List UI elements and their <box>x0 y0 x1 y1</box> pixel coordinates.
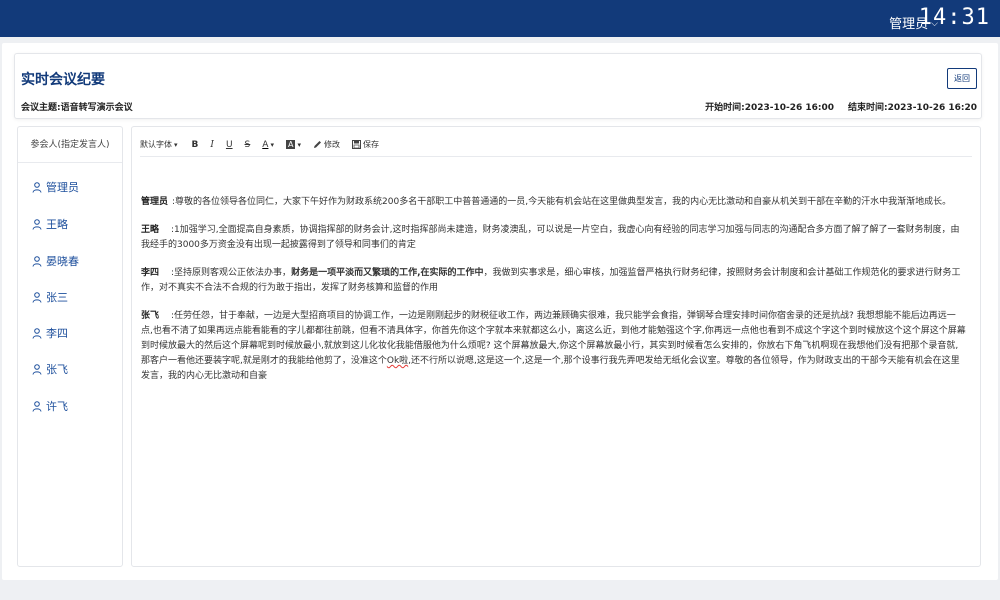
participant-item[interactable]: 晏晓春 <box>32 253 79 269</box>
participant-item[interactable]: 李四 <box>32 325 68 341</box>
person-icon <box>32 291 42 303</box>
end-time: 结束时间:2023-10-26 16:20 <box>848 103 977 113</box>
person-icon <box>32 363 42 375</box>
chevron-down-icon: ▾ <box>270 140 274 149</box>
editor-toolbar: 默认字体 ▾ B I U S A ▾ A ▾ 修改 保存 <box>140 133 972 157</box>
strikethrough-button[interactable]: S <box>245 140 251 150</box>
transcript-editor: 默认字体 ▾ B I U S A ▾ A ▾ 修改 保存 管理员:尊敬的各位领导… <box>131 126 981 567</box>
speaker-name: 李四 <box>141 268 160 278</box>
transcript-paragraph: 张飞:任劳任怨，甘于奉献，一边是大型招商项目的协调工作，一边是刚刚起步的财税征收… <box>141 309 967 384</box>
participant-name: 张飞 <box>46 363 68 376</box>
person-icon <box>32 327 42 339</box>
font-color-icon: A <box>262 139 269 150</box>
font-color-button[interactable]: A ▾ <box>262 140 274 150</box>
background-color-icon: A <box>285 140 296 149</box>
participants-panel: 参会人(指定发言人) 管理员 王略 晏晓春 张三 李四 张飞 许飞 <box>17 126 123 567</box>
pencil-icon <box>313 141 321 148</box>
spellcheck-flagged-word: Ok啦 <box>386 356 409 366</box>
speech-text-emphasis: 财务是一项平淡而又繁琐的工作,在实际的工作中 <box>291 268 484 278</box>
font-family-select[interactable]: 默认字体 ▾ <box>140 139 178 150</box>
chevron-down-icon: ▾ <box>297 140 301 149</box>
save-button[interactable]: 保存 <box>351 139 379 150</box>
participant-name: 张三 <box>46 291 68 304</box>
participant-item[interactable]: 管理员 <box>32 179 79 195</box>
person-icon <box>32 218 42 230</box>
person-icon <box>32 400 42 412</box>
bold-button[interactable]: B <box>192 140 199 150</box>
participant-name: 许飞 <box>46 400 68 413</box>
participant-item[interactable]: 张飞 <box>32 361 68 377</box>
transcript-content[interactable]: 管理员:尊敬的各位领导各位同仁，大家下午好作为财政系统200多名干部职工中普普通… <box>141 195 967 392</box>
transcript-paragraph: 李四:坚持原则客观公正依法办事，财务是一项平淡而又繁琐的工作,在实际的工作中，我… <box>141 266 967 296</box>
person-icon <box>32 255 42 267</box>
transcript-paragraph: 王略:1加强学习,全面提高自身素质，协调指挥部的财务会计,这时指挥部尚未建造，财… <box>141 223 967 253</box>
start-time: 开始时间:2023-10-26 16:00 <box>705 103 835 113</box>
participant-name: 晏晓春 <box>46 255 79 268</box>
speaker-name: 张飞 <box>141 311 160 321</box>
participant-item[interactable]: 张三 <box>32 289 68 305</box>
participant-name: 李四 <box>46 327 68 340</box>
participant-name: 王略 <box>46 218 68 231</box>
background-color-button[interactable]: A ▾ <box>285 140 301 149</box>
clock: 14:31 <box>918 5 990 30</box>
meeting-times: 开始时间:2023-10-26 16:00 结束时间:2023-10-26 16… <box>705 100 977 113</box>
meeting-header-card: 实时会议纪要 返回 会议主题:语音转写演示会议 开始时间:2023-10-26 … <box>14 53 982 119</box>
speech-text: :尊敬的各位领导各位同仁，大家下午好作为财政系统200多名干部职工中普普通通的一… <box>172 197 952 207</box>
back-button[interactable]: 返回 <box>947 68 977 89</box>
person-icon <box>32 181 42 193</box>
underline-button[interactable]: U <box>226 140 233 150</box>
chevron-down-icon: ▾ <box>174 140 178 149</box>
participants-title: 参会人(指定发言人) <box>18 127 122 163</box>
participant-name: 管理员 <box>46 181 79 194</box>
edit-button[interactable]: 修改 <box>313 139 340 150</box>
top-bar: 管理员 ⌵ 14:31 <box>0 0 1000 37</box>
participant-item[interactable]: 许飞 <box>32 398 68 414</box>
meeting-topic: 会议主题:语音转写演示会议 <box>21 103 133 113</box>
speech-text: :坚持原则客观公正依法办事， <box>171 268 292 278</box>
save-icon <box>351 140 361 149</box>
page-title: 实时会议纪要 <box>21 72 105 88</box>
speech-text: :1加强学习,全面提高自身素质，协调指挥部的财务会计,这时指挥部尚未建造，财务凌… <box>141 225 960 250</box>
transcript-paragraph: 管理员:尊敬的各位领导各位同仁，大家下午好作为财政系统200多名干部职工中普普通… <box>141 195 967 210</box>
italic-button[interactable]: I <box>210 140 214 150</box>
speaker-name: 王略 <box>141 225 160 235</box>
participant-item[interactable]: 王略 <box>32 216 68 232</box>
speaker-name: 管理员 <box>141 197 169 207</box>
